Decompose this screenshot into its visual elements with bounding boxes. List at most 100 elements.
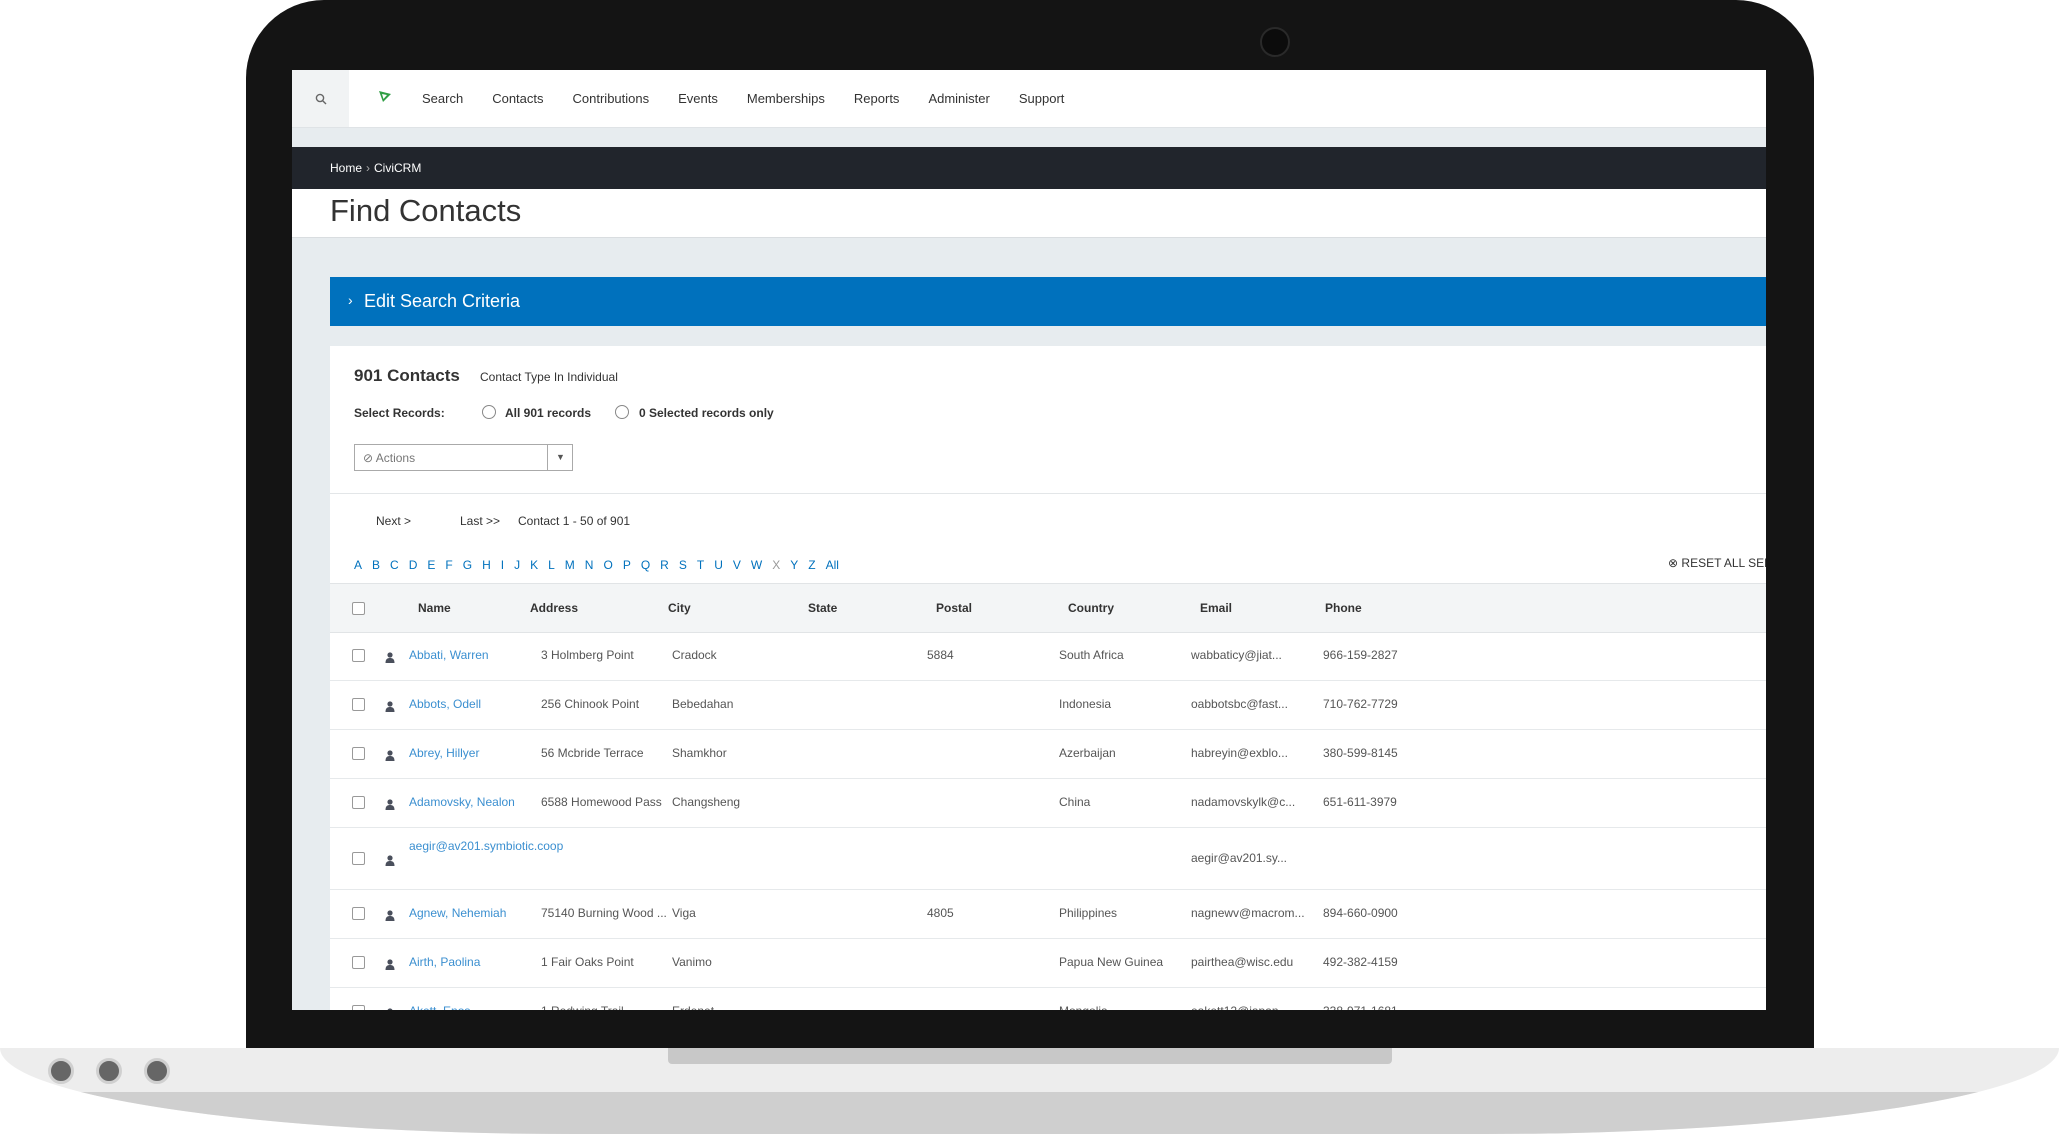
cell-name[interactable]: Akett, Enos [409, 1004, 470, 1010]
cell-email: eakett12@japan... [1191, 1004, 1289, 1010]
breadcrumb-home[interactable]: Home [330, 161, 362, 175]
alpha-filter-l[interactable]: L [548, 558, 555, 572]
column-header-country[interactable]: Country [1068, 601, 1114, 615]
column-header-postal[interactable]: Postal [936, 601, 972, 615]
row-checkbox[interactable] [352, 698, 365, 711]
caret-down-icon: ▼ [556, 452, 565, 462]
cell-name[interactable]: aegir@av201.symbiotic.coop [409, 837, 569, 855]
divider [330, 493, 1766, 494]
alpha-filter-u[interactable]: U [714, 558, 723, 572]
row-checkbox[interactable] [352, 1005, 365, 1010]
search-qill: Contact Type In Individual [480, 370, 618, 384]
cell-city: Shamkhor [672, 746, 727, 760]
quicksearch-button[interactable] [292, 70, 349, 127]
all-records-radio[interactable] [482, 405, 496, 419]
row-checkbox[interactable] [352, 852, 365, 865]
alpha-filter-z[interactable]: Z [808, 558, 815, 572]
row-checkbox[interactable] [352, 956, 365, 969]
alpha-filter-x: X [772, 558, 781, 572]
alpha-filter-y[interactable]: Y [790, 558, 798, 572]
nav-item-search[interactable]: Search [422, 91, 463, 106]
alpha-filter-n[interactable]: N [585, 558, 594, 572]
nav-item-contributions[interactable]: Contributions [573, 91, 650, 106]
table-row: Abbots, Odell 256 Chinook Point Bebedahan I… [330, 681, 1766, 730]
cell-address: 1 Redwing Trail [541, 1004, 624, 1010]
breadcrumb-civicrm[interactable]: CiviCRM [374, 161, 421, 175]
all-records-label[interactable]: All 901 records [505, 406, 591, 420]
cell-name[interactable]: Abbots, Odell [409, 697, 481, 711]
alpha-filter-j[interactable]: J [514, 558, 520, 572]
actions-select-value: ⊘ Actions [363, 451, 415, 465]
alpha-filter-o[interactable]: O [603, 558, 612, 572]
alpha-filter-p[interactable]: P [623, 558, 631, 572]
cell-city: Changsheng [672, 795, 741, 809]
table-row: Airth, Paolina 1 Fair Oaks Point Vanimo Pap… [330, 939, 1766, 988]
nav-item-administer[interactable]: Administer [928, 91, 989, 106]
alpha-filter-d[interactable]: D [409, 558, 418, 572]
actions-select[interactable]: ⊘ Actions ▼ [354, 444, 573, 471]
cell-city: Bebedahan [672, 697, 734, 711]
cell-city: Viga [672, 906, 696, 920]
alpha-filter-g[interactable]: G [463, 558, 472, 572]
pager-next-link[interactable]: Next > [376, 514, 411, 528]
cell-address: 1 Fair Oaks Point [541, 955, 634, 969]
alpha-filter-b[interactable]: B [372, 558, 380, 572]
alpha-filter-q[interactable]: Q [641, 558, 650, 572]
chevron-right-icon: › [348, 292, 353, 308]
column-header-city[interactable]: City [668, 601, 691, 615]
row-checkbox[interactable] [352, 747, 365, 760]
column-header-address[interactable]: Address [530, 601, 578, 615]
nav-item-events[interactable]: Events [678, 91, 718, 106]
cell-country: Azerbaijan [1059, 746, 1116, 760]
selected-records-label[interactable]: 0 Selected records only [639, 406, 774, 420]
row-checkbox[interactable] [352, 796, 365, 809]
reset-label: RESET ALL SELECTIONS [1681, 556, 1766, 570]
column-header-state[interactable]: State [808, 601, 837, 615]
alpha-filter-m[interactable]: M [565, 558, 575, 572]
webcam-icon [1260, 27, 1290, 57]
nav-item-memberships[interactable]: Memberships [747, 91, 825, 106]
alpha-filter-t[interactable]: T [697, 558, 704, 572]
alpha-filter-all[interactable]: All [826, 558, 839, 572]
civicrm-logo-icon[interactable] [377, 88, 393, 109]
column-header-email[interactable]: Email [1200, 601, 1232, 615]
actions-divider [547, 445, 548, 470]
alpha-filter-i[interactable]: I [501, 558, 504, 572]
nav-item-support[interactable]: Support [1019, 91, 1065, 106]
cell-name[interactable]: Airth, Paolina [409, 955, 480, 969]
cell-country: Papua New Guinea [1059, 955, 1164, 969]
edit-search-criteria-toggle[interactable]: › Edit Search Criteria [330, 277, 1766, 326]
cell-name[interactable]: Adamovsky, Nealon [409, 795, 515, 809]
pager-last-link[interactable]: Last >> [460, 514, 500, 528]
row-checkbox[interactable] [352, 907, 365, 920]
actions-placeholder: Actions [375, 451, 416, 465]
row-checkbox[interactable] [352, 649, 365, 662]
alpha-filter-e[interactable]: E [427, 558, 435, 572]
selected-records-radio[interactable] [615, 405, 629, 419]
alpha-filter-f[interactable]: F [445, 558, 452, 572]
check-circle-icon: ⊘ [363, 451, 374, 465]
breadcrumb: Home › CiviCRM [330, 161, 421, 175]
cell-name[interactable]: Abbati, Warren [409, 648, 489, 662]
nav-item-reports[interactable]: Reports [854, 91, 900, 106]
person-icon [385, 910, 395, 921]
select-all-checkbox[interactable] [352, 602, 365, 615]
alpha-filter-h[interactable]: H [482, 558, 491, 572]
cell-email: wabbaticy@jiat... [1191, 648, 1282, 662]
reset-selections-link[interactable]: ⊗ RESET ALL SELECTIONS [1668, 556, 1766, 570]
cell-name[interactable]: Agnew, Nehemiah [409, 906, 506, 920]
alpha-filter-r[interactable]: R [660, 558, 669, 572]
cell-email: habreyin@exblo... [1191, 746, 1288, 760]
cell-email: aegir@av201.sy... [1191, 851, 1288, 865]
screen: Search Contacts Contributions Events Members… [292, 70, 1766, 1010]
cell-name[interactable]: Abrey, Hillyer [409, 746, 479, 760]
alpha-filter-v[interactable]: V [733, 558, 741, 572]
alpha-filter-s[interactable]: S [679, 558, 687, 572]
alpha-filter-k[interactable]: K [530, 558, 538, 572]
alpha-filter-a[interactable]: A [354, 558, 362, 572]
column-header-name[interactable]: Name [418, 601, 451, 615]
column-header-phone[interactable]: Phone [1325, 601, 1362, 615]
alpha-filter-c[interactable]: C [390, 558, 399, 572]
alpha-filter-w[interactable]: W [751, 558, 762, 572]
nav-item-contacts[interactable]: Contacts [492, 91, 543, 106]
